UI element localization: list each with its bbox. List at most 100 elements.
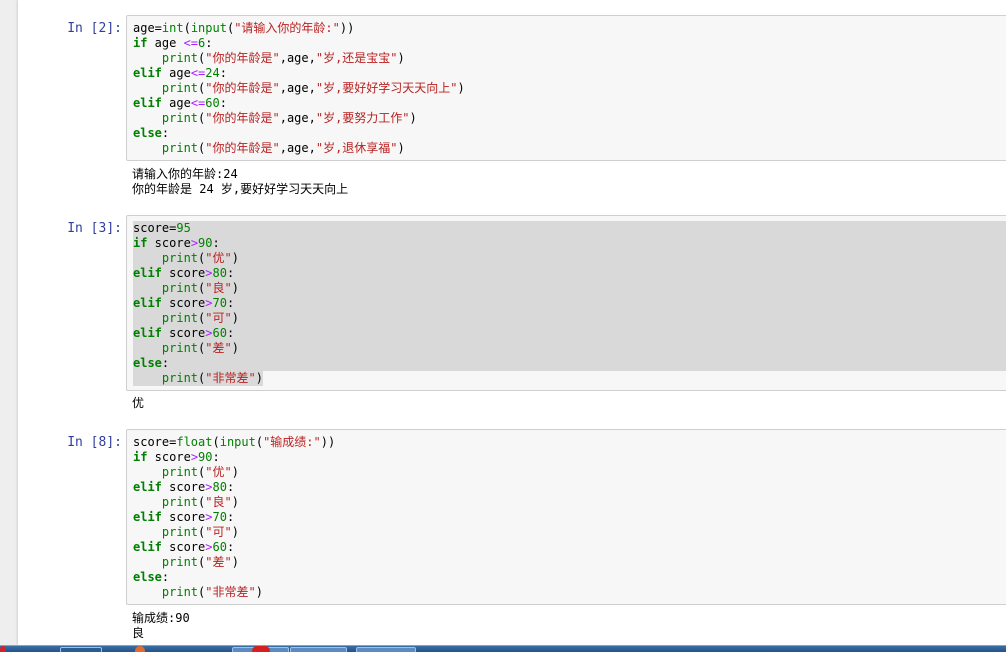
code-line[interactable]: elif score>60: xyxy=(133,326,1006,341)
code-token: ) xyxy=(255,371,263,385)
taskbar-button[interactable] xyxy=(356,647,416,652)
code-token: 80 xyxy=(212,266,227,280)
code-line[interactable]: score=95 xyxy=(133,221,1006,236)
code-token: elif xyxy=(133,326,162,340)
code-input-area[interactable]: age=int(input("请输入你的年龄:")) if age <=6: pr… xyxy=(126,15,1006,161)
code-token: > xyxy=(190,236,199,250)
code-line[interactable]: print("优") xyxy=(133,251,1006,266)
code-editor[interactable]: score=float(input("输成绩:")) if score>90: p… xyxy=(133,435,1006,600)
code-line[interactable]: print("差") xyxy=(133,555,1006,570)
code-line[interactable]: if age <=6: xyxy=(133,36,1006,51)
code-token: "岁,退休享福" xyxy=(315,141,398,155)
code-token: : xyxy=(219,96,227,110)
code-token: "请输入你的年龄:" xyxy=(234,21,340,35)
code-line[interactable]: print("你的年龄是",age,"岁,还是宝宝") xyxy=(133,51,1006,66)
code-editor[interactable]: score=95 if score>90: print("优") elif scor… xyxy=(133,221,1006,386)
code-token: : xyxy=(161,126,170,140)
code-line[interactable]: print("差") xyxy=(133,341,1006,356)
taskbar-app-icon[interactable] xyxy=(252,646,270,652)
code-token: ) xyxy=(231,555,239,569)
code-token: > xyxy=(205,266,213,280)
code-token: "非常差" xyxy=(205,585,256,599)
taskbar-app-icon[interactable] xyxy=(135,646,145,652)
code-line[interactable]: else: xyxy=(133,356,1006,371)
code-token: : xyxy=(226,266,235,280)
code-token: "你的年龄是" xyxy=(205,111,280,125)
code-line[interactable]: age=int(input("请输入你的年龄:")) xyxy=(133,21,1006,36)
code-token: score= xyxy=(133,435,177,449)
code-cell-8[interactable]: In [8]: score=float(input("输成绩:")) if sco… xyxy=(18,429,1006,645)
code-line[interactable]: print("非常差") xyxy=(133,371,263,386)
cell-output: 请输入你的年龄:24 你的年龄是 24 岁,要好好学习天天向上 xyxy=(132,167,348,197)
code-token: ) xyxy=(409,111,417,125)
code-token: : xyxy=(226,480,235,494)
code-token: int xyxy=(161,21,184,35)
code-token: print xyxy=(161,495,199,509)
code-token: "优" xyxy=(205,251,232,265)
code-line[interactable]: print("可") xyxy=(133,525,1006,540)
code-line[interactable]: elif age<=60: xyxy=(133,96,1006,111)
code-token: : xyxy=(212,236,220,250)
code-token: 70 xyxy=(212,510,227,524)
start-button[interactable] xyxy=(0,646,6,652)
code-line[interactable]: if score>90: xyxy=(133,450,1006,465)
code-line[interactable]: elif score>70: xyxy=(133,296,1006,311)
code-input-area[interactable]: score=95 if score>90: print("优") elif scor… xyxy=(126,215,1006,391)
code-line[interactable]: print("你的年龄是",age,"岁,要好好学习天天向上") xyxy=(133,81,1006,96)
code-line[interactable]: else: xyxy=(133,126,1006,141)
code-token: print xyxy=(161,371,199,385)
code-token: > xyxy=(205,480,213,494)
code-token: if xyxy=(133,36,148,50)
code-cell-3[interactable]: In [3]: score=95 if score>90: print("优") e… xyxy=(18,215,1006,420)
code-token: age xyxy=(161,66,191,80)
code-token: : xyxy=(226,296,235,310)
code-line[interactable]: print("优") xyxy=(133,465,1006,480)
code-line[interactable]: elif score>60: xyxy=(133,540,1006,555)
code-line[interactable]: print("良") xyxy=(133,281,1006,296)
taskbar-button[interactable] xyxy=(60,647,102,652)
code-token: : xyxy=(226,540,235,554)
code-token: 60 xyxy=(205,96,220,110)
code-input-area[interactable]: score=float(input("输成绩:")) if score>90: p… xyxy=(126,429,1006,605)
code-line[interactable]: elif age<=24: xyxy=(133,66,1006,81)
code-token: : xyxy=(226,326,235,340)
code-cell-2[interactable]: In [2]: age=int(input("请输入你的年龄:")) if age… xyxy=(18,15,1006,205)
code-line[interactable]: print("良") xyxy=(133,495,1006,510)
code-token: score xyxy=(161,266,206,280)
code-line[interactable]: print("你的年龄是",age,"岁,退休享福") xyxy=(133,141,1006,156)
code-token: else xyxy=(133,126,162,140)
code-token: print xyxy=(161,111,199,125)
code-line[interactable]: print("可") xyxy=(133,311,1006,326)
code-line[interactable]: score=float(input("输成绩:")) xyxy=(133,435,1006,450)
code-token: if xyxy=(133,450,148,464)
code-token: 80 xyxy=(212,480,227,494)
code-line[interactable]: print("你的年龄是",age,"岁,要努力工作") xyxy=(133,111,1006,126)
input-prompt: In [3]: xyxy=(67,221,122,236)
code-line[interactable]: elif score>70: xyxy=(133,510,1006,525)
code-token: > xyxy=(205,510,213,524)
code-token: score xyxy=(161,510,206,524)
code-token: elif xyxy=(133,510,162,524)
code-token: elif xyxy=(133,296,162,310)
code-line[interactable]: print("非常差") xyxy=(133,585,1006,600)
code-token: <= xyxy=(190,66,206,80)
code-token: ( xyxy=(183,21,191,35)
code-line[interactable]: elif score>80: xyxy=(133,266,1006,281)
code-token: ) xyxy=(231,341,239,355)
code-token: ) xyxy=(231,311,239,325)
code-line[interactable]: elif score>80: xyxy=(133,480,1006,495)
code-line[interactable]: else: xyxy=(133,570,1006,585)
taskbar-button[interactable] xyxy=(290,647,347,652)
code-editor[interactable]: age=int(input("请输入你的年龄:")) if age <=6: pr… xyxy=(133,21,1006,156)
code-token: 90 xyxy=(198,236,213,250)
code-token: age= xyxy=(133,21,162,35)
code-token: "岁,还是宝宝" xyxy=(315,51,398,65)
code-line[interactable]: if score>90: xyxy=(133,236,1006,251)
